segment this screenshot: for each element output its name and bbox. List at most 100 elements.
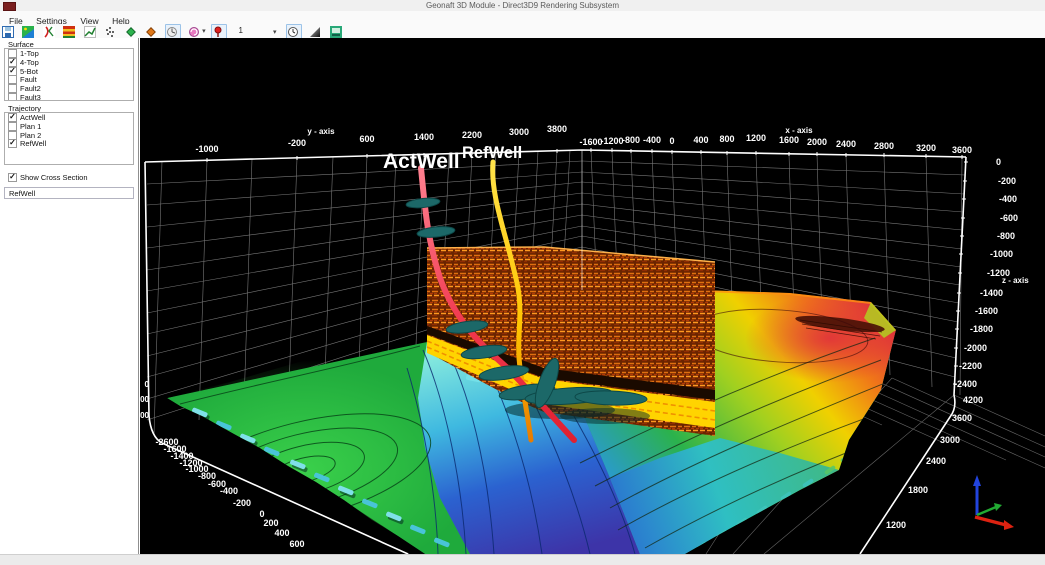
save-icon[interactable] xyxy=(2,25,14,37)
checkbox[interactable] xyxy=(8,93,17,101)
shade-icon[interactable] xyxy=(309,25,321,37)
cross-section-well-field[interactable]: RefWell xyxy=(4,187,134,199)
svg-text:-1000: -1000 xyxy=(990,249,1013,259)
status-strip xyxy=(0,554,1045,565)
svg-text:600: 600 xyxy=(359,134,374,144)
orange-marker-icon[interactable] xyxy=(145,25,157,37)
svg-text:3000: 3000 xyxy=(940,435,960,445)
protractor-icon xyxy=(166,25,178,37)
ref-well-label: RefWell xyxy=(462,144,522,162)
svg-text:-2000: -2000 xyxy=(964,343,987,353)
surface-list[interactable]: 1-Top ✓4-Top ✓5-Bot Fault Fault2 Fault3 xyxy=(4,48,134,101)
surface-item-5-bot[interactable]: ✓5-Bot xyxy=(5,67,133,76)
svg-text:-200: -200 xyxy=(233,498,251,508)
svg-text:3000: 3000 xyxy=(509,127,529,137)
green-marker-icon[interactable] xyxy=(125,25,137,37)
svg-text:00: 00 xyxy=(140,395,149,404)
x-axis-title: x - axis xyxy=(785,126,813,135)
layers-icon[interactable] xyxy=(63,25,75,37)
svg-text:1200: 1200 xyxy=(746,133,766,143)
svg-text:-800: -800 xyxy=(622,135,640,145)
svg-text:-1800: -1800 xyxy=(970,324,993,334)
checkbox[interactable]: ✓ xyxy=(8,67,17,76)
surface-item-fault[interactable]: Fault xyxy=(5,75,133,84)
clock-icon xyxy=(287,25,299,37)
well-correlation-icon[interactable] xyxy=(43,25,55,37)
svg-text:-2400: -2400 xyxy=(954,379,977,389)
clock-button[interactable] xyxy=(286,24,302,39)
svg-text:0: 0 xyxy=(145,380,150,389)
surface-item-fault3[interactable]: Fault3 xyxy=(5,93,133,101)
rotate-dropdown-caret[interactable]: ▾ xyxy=(202,27,206,35)
checkbox[interactable] xyxy=(8,75,17,84)
marker-pin-icon xyxy=(212,25,224,37)
checkbox[interactable]: ✓ xyxy=(8,113,17,122)
act-well-label: ActWell xyxy=(383,150,460,173)
checkbox[interactable] xyxy=(8,122,17,131)
menu-bar: File Settings View Help xyxy=(0,11,1045,24)
svg-text:3200: 3200 xyxy=(916,143,936,153)
svg-text:400: 400 xyxy=(140,411,150,420)
viewport-3d[interactable]: y - axis -1000 -200 600 1400 2200 3000 3… xyxy=(140,38,1045,554)
scatter-icon[interactable] xyxy=(104,25,116,37)
svg-text:-400: -400 xyxy=(220,486,238,496)
svg-text:2400: 2400 xyxy=(836,139,856,149)
svg-text:3800: 3800 xyxy=(547,124,567,134)
svg-text:1400: 1400 xyxy=(414,132,434,142)
svg-text:-800: -800 xyxy=(997,231,1015,241)
surface-item-1-top[interactable]: 1-Top xyxy=(5,49,133,58)
svg-text:2400: 2400 xyxy=(926,456,946,466)
svg-text:2000: 2000 xyxy=(807,137,827,147)
svg-text:3600: 3600 xyxy=(952,145,972,155)
trajectory-item-actwell[interactable]: ✓ActWell xyxy=(5,113,133,122)
surface-image-icon[interactable] xyxy=(22,25,34,37)
trajectory-item-plan1[interactable]: Plan 1 xyxy=(5,122,133,131)
orientation-gizmo[interactable] xyxy=(973,475,1014,530)
scene-3d: y - axis -1000 -200 600 1400 2200 3000 3… xyxy=(140,38,1045,554)
svg-text:1200: 1200 xyxy=(886,520,906,530)
checkbox[interactable] xyxy=(8,84,17,93)
svg-text:4200: 4200 xyxy=(963,395,983,405)
show-cross-section-checkbox[interactable]: ✓ Show Cross Section xyxy=(8,173,88,182)
marker-pin-button[interactable] xyxy=(211,24,227,39)
trajectory-list[interactable]: ✓ActWell Plan 1 Plan 2 ✓RefWell xyxy=(4,112,134,165)
svg-text:2800: 2800 xyxy=(874,141,894,151)
svg-text:-1600: -1600 xyxy=(975,306,998,316)
svg-text:400: 400 xyxy=(274,528,289,538)
surface-item-4-top[interactable]: ✓4-Top xyxy=(5,58,133,67)
combo-caret: ▾ xyxy=(273,28,277,36)
svg-text:-1000: -1000 xyxy=(195,144,218,154)
svg-text:-1600: -1600 xyxy=(579,137,602,147)
svg-text:-2200: -2200 xyxy=(959,361,982,371)
svg-text:2200: 2200 xyxy=(462,130,482,140)
trajectory-item-refwell[interactable]: ✓RefWell xyxy=(5,139,133,148)
toolbar: ▾ 1▾ xyxy=(0,24,1045,38)
app-window: { "window": { "title": "Geonaft 3D Modul… xyxy=(0,0,1045,565)
checkbox[interactable]: ✓ xyxy=(8,173,17,182)
y-axis-title: y - axis xyxy=(307,127,335,136)
trajectory-item-plan2[interactable]: Plan 2 xyxy=(5,131,133,140)
svg-text:-1200: -1200 xyxy=(987,268,1010,278)
svg-text:1800: 1800 xyxy=(908,485,928,495)
checkbox[interactable]: ✓ xyxy=(8,139,17,148)
protractor-button[interactable] xyxy=(165,24,181,39)
window-title: Geonaft 3D Module - Direct3D9 Rendering … xyxy=(0,1,1045,10)
svg-text:400: 400 xyxy=(693,135,708,145)
svg-text:-1200: -1200 xyxy=(600,136,623,146)
svg-text:600: 600 xyxy=(289,539,304,549)
svg-text:-1400: -1400 xyxy=(980,288,1003,298)
svg-text:-400: -400 xyxy=(643,135,661,145)
surface-item-fault2[interactable]: Fault2 xyxy=(5,84,133,93)
y-right-axis-labels: 4200 3600 3000 2400 1800 1200 xyxy=(886,395,983,530)
svg-text:800: 800 xyxy=(719,134,734,144)
snapshot-icon[interactable] xyxy=(330,25,342,37)
svg-text:-200: -200 xyxy=(998,176,1016,186)
svg-text:-400: -400 xyxy=(999,194,1017,204)
marker-count-combo[interactable]: 1▾ xyxy=(235,25,279,37)
svg-text:-600: -600 xyxy=(1000,213,1018,223)
svg-text:3600: 3600 xyxy=(952,413,972,423)
svg-text:1600: 1600 xyxy=(779,135,799,145)
marker-count-value: 1 xyxy=(239,26,243,35)
rotate-view-icon[interactable] xyxy=(188,25,200,37)
chart-icon[interactable] xyxy=(84,25,96,37)
